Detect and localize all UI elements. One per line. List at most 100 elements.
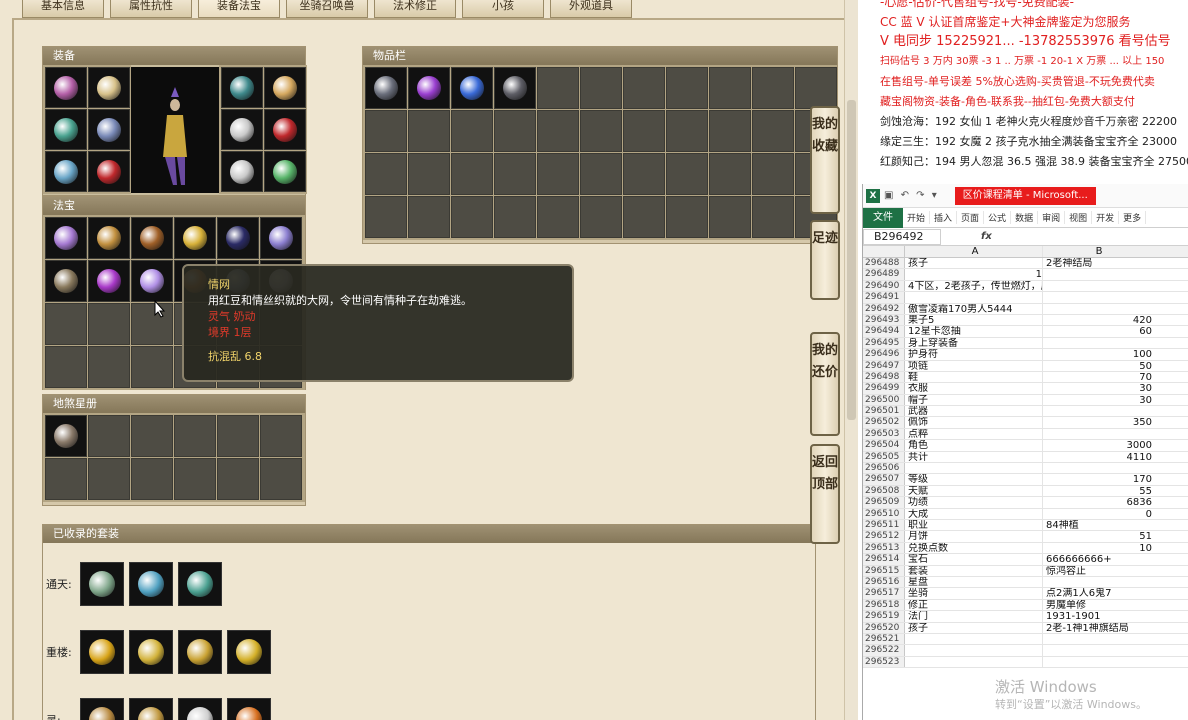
set-piece-icon[interactable] xyxy=(80,698,124,720)
set-piece-icon[interactable] xyxy=(129,562,173,606)
name-box[interactable]: B296492 xyxy=(863,228,941,245)
row-number[interactable]: 296516 xyxy=(863,576,905,588)
inventory-empty-slot[interactable] xyxy=(623,67,665,109)
inventory-empty-slot[interactable] xyxy=(666,110,708,152)
equip-item-icon[interactable] xyxy=(88,67,130,108)
cell-a[interactable]: 身上穿装备 xyxy=(905,337,1043,349)
row-number[interactable]: 296492 xyxy=(863,303,905,314)
sheet-row[interactable]: 296499 衣服 30 xyxy=(863,383,1188,395)
inventory-empty-slot[interactable] xyxy=(666,67,708,109)
fabao-item-icon[interactable] xyxy=(88,260,130,302)
ribbon-tab-5[interactable]: 审阅 xyxy=(1038,211,1066,224)
ribbon-tab-2[interactable]: 页面 xyxy=(957,211,985,224)
sheet-row[interactable]: 296504 角色 3000 xyxy=(863,440,1188,452)
set-piece-icon[interactable] xyxy=(178,630,222,674)
row-number[interactable]: 296502 xyxy=(863,417,905,428)
inventory-empty-slot[interactable] xyxy=(365,110,407,152)
cell-b[interactable]: 6836 xyxy=(1043,497,1155,507)
cell-b[interactable]: 30 xyxy=(1043,383,1155,393)
tab-6[interactable]: 外观道具 xyxy=(550,0,632,18)
my-counteroffer-button[interactable]: 我的还价 xyxy=(810,332,840,436)
set-piece-icon[interactable] xyxy=(80,562,124,606)
row-number[interactable]: 296505 xyxy=(863,451,905,463)
fx-icon[interactable]: fx xyxy=(981,231,992,242)
inventory-empty-slot[interactable] xyxy=(580,110,622,152)
sheet-row[interactable]: 296511 职业 84神植 xyxy=(863,519,1188,532)
inventory-empty-slot[interactable] xyxy=(795,67,837,109)
inventory-item-icon[interactable] xyxy=(408,67,450,109)
cell-b[interactable]: 3000 xyxy=(1043,440,1155,450)
fabao-empty-slot[interactable] xyxy=(88,303,130,345)
sheet-row[interactable]: 296508 天赋 55 xyxy=(863,485,1188,498)
tab-3[interactable]: 坐骑召唤兽 xyxy=(286,0,368,18)
inventory-empty-slot[interactable] xyxy=(752,110,794,152)
cell-b[interactable]: 60 xyxy=(1043,326,1155,336)
set-piece-icon[interactable] xyxy=(80,630,124,674)
ribbon-tab-8[interactable]: 更多 xyxy=(1119,211,1147,224)
fabao-item-icon[interactable] xyxy=(131,217,173,259)
equip-item-icon[interactable] xyxy=(45,151,87,192)
equip-item-icon[interactable] xyxy=(264,109,306,150)
cell-a[interactable]: 鞋 xyxy=(905,371,1043,383)
cell-b[interactable]: 2老神结局 xyxy=(1043,258,1155,268)
dijian-empty-slot[interactable] xyxy=(217,415,259,457)
cell-b[interactable]: 666666666+ xyxy=(1043,554,1155,564)
equip-item-icon[interactable] xyxy=(45,67,87,108)
fabao-empty-slot[interactable] xyxy=(45,346,87,388)
cell-a[interactable]: 果子5 xyxy=(905,314,1043,326)
cell-b[interactable]: 55 xyxy=(1043,486,1155,496)
fabao-item-icon[interactable] xyxy=(88,217,130,259)
set-piece-icon[interactable] xyxy=(178,698,222,720)
sheet-row[interactable]: 296507 等级 170 xyxy=(863,474,1188,486)
fabao-item-icon[interactable] xyxy=(45,217,87,259)
row-number[interactable]: 296512 xyxy=(863,531,905,542)
inventory-empty-slot[interactable] xyxy=(709,110,751,152)
cell-b[interactable]: 100 xyxy=(1043,349,1155,359)
sheet-row[interactable]: 296488 孩子 2老神结局 xyxy=(863,258,1188,270)
cell-b[interactable] xyxy=(1043,577,1155,587)
row-number[interactable]: 296510 xyxy=(863,508,905,519)
inventory-empty-slot[interactable] xyxy=(666,196,708,238)
cell-a[interactable]: 孩子 xyxy=(905,622,1043,633)
cell-b[interactable]: 51 xyxy=(1043,531,1155,541)
inventory-empty-slot[interactable] xyxy=(494,110,536,152)
fabao-empty-slot[interactable] xyxy=(131,346,173,388)
set-piece-icon[interactable] xyxy=(227,630,271,674)
cell-a[interactable]: 修正 xyxy=(905,599,1043,611)
inventory-item-icon[interactable] xyxy=(365,67,407,109)
cell-b[interactable] xyxy=(1043,281,1155,291)
cell-b[interactable] xyxy=(1043,292,1155,302)
cell-a[interactable]: 佩饰 xyxy=(905,417,1043,428)
spreadsheet-grid[interactable]: A B 296488 孩子 2老神结局 296489 1 296490 4下区，2老孩子，传… xyxy=(863,246,1188,669)
inventory-empty-slot[interactable] xyxy=(623,196,665,238)
sheet-row[interactable]: 296522 xyxy=(863,645,1188,657)
row-number[interactable]: 296507 xyxy=(863,474,905,485)
sheet-row[interactable]: 296492 傲雪凌霜170男人5444 xyxy=(863,303,1188,315)
equip-item-icon[interactable] xyxy=(45,109,87,150)
inventory-item-icon[interactable] xyxy=(494,67,536,109)
cell-a[interactable]: 月饼 xyxy=(905,531,1043,542)
fabao-item-icon[interactable] xyxy=(174,217,216,259)
row-number[interactable]: 296497 xyxy=(863,360,905,371)
cell-b[interactable]: 30 xyxy=(1043,395,1155,405)
column-b-header[interactable]: B xyxy=(1043,246,1155,257)
row-number[interactable]: 296500 xyxy=(863,394,905,406)
cell-a[interactable]: 坐骑 xyxy=(905,588,1043,599)
cell-b[interactable] xyxy=(1043,645,1155,655)
cell-a[interactable]: 护身符 xyxy=(905,349,1043,360)
inventory-empty-slot[interactable] xyxy=(580,196,622,238)
row-number[interactable]: 296496 xyxy=(863,349,905,360)
row-number[interactable]: 296503 xyxy=(863,428,905,440)
dijian-empty-slot[interactable] xyxy=(260,415,302,457)
footprint-button[interactable]: 足迹 xyxy=(810,220,840,300)
ribbon-tab-4[interactable]: 数据 xyxy=(1011,211,1039,224)
inventory-item-icon[interactable] xyxy=(451,67,493,109)
cell-b[interactable] xyxy=(1043,304,1155,314)
sheet-row[interactable]: 296503 点粹 xyxy=(863,428,1188,441)
row-number[interactable]: 296519 xyxy=(863,611,905,622)
cell-a[interactable]: 点粹 xyxy=(905,428,1043,440)
row-number[interactable]: 296490 xyxy=(863,280,905,292)
cell-b[interactable]: 4110 xyxy=(1043,452,1155,462)
tab-4[interactable]: 法术修正 xyxy=(374,0,456,18)
inventory-empty-slot[interactable] xyxy=(580,67,622,109)
